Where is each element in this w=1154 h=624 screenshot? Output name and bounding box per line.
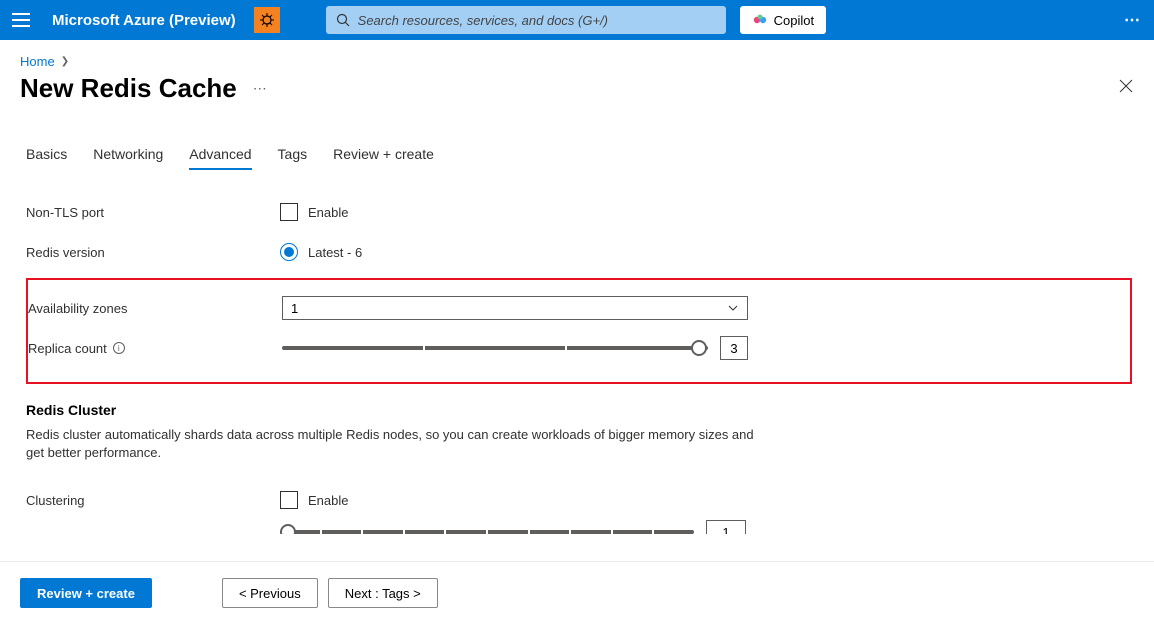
redis-version-label: Redis version — [26, 245, 280, 260]
page-title: New Redis Cache — [20, 73, 237, 104]
replica-count-label: Replica count — [28, 341, 107, 356]
wizard-footer: Review + create < Previous Next : Tags > — [0, 561, 1154, 624]
next-button[interactable]: Next : Tags > — [328, 578, 438, 608]
redis-cluster-desc: Redis cluster automatically shards data … — [26, 426, 766, 462]
copilot-label: Copilot — [774, 13, 814, 28]
tab-basics[interactable]: Basics — [26, 146, 67, 170]
chevron-right-icon: ❯ — [61, 56, 69, 67]
breadcrumb-home[interactable]: Home — [20, 54, 55, 69]
info-icon[interactable]: i — [113, 342, 125, 354]
shard-count-slider[interactable] — [280, 530, 694, 534]
brand-label: Microsoft Azure (Preview) — [52, 12, 236, 29]
replica-count-slider[interactable] — [282, 346, 708, 350]
redis-version-radio[interactable] — [280, 243, 298, 261]
redis-version-value: Latest - 6 — [308, 245, 362, 260]
slider-thumb[interactable] — [691, 340, 707, 356]
availability-zones-value: 1 — [291, 301, 298, 316]
tab-networking[interactable]: Networking — [93, 146, 163, 170]
topbar-more-button[interactable]: ⋯ — [1124, 10, 1142, 30]
clustering-enable-checkbox[interactable] — [280, 491, 298, 509]
highlight-region: Availability zones 1 Replica count i — [26, 278, 1132, 384]
close-button[interactable] — [1118, 78, 1134, 99]
search-input[interactable] — [358, 13, 716, 28]
chevron-down-icon — [727, 302, 739, 314]
nav-menu-button[interactable] — [12, 13, 30, 27]
breadcrumb: Home ❯ — [0, 40, 1154, 69]
copilot-icon — [752, 12, 768, 28]
tab-advanced[interactable]: Advanced — [189, 146, 251, 170]
global-search[interactable] — [326, 6, 726, 34]
review-create-button[interactable]: Review + create — [20, 578, 152, 608]
page-more-button[interactable]: ⋯ — [253, 80, 269, 97]
redis-cluster-heading: Redis Cluster — [26, 402, 1132, 418]
non-tls-enable-label: Enable — [308, 205, 348, 220]
tab-review[interactable]: Review + create — [333, 146, 434, 170]
tab-tags[interactable]: Tags — [278, 146, 308, 170]
availability-zones-label: Availability zones — [28, 301, 282, 316]
non-tls-port-label: Non-TLS port — [26, 205, 280, 220]
slider-thumb[interactable] — [280, 524, 296, 534]
shard-count-value[interactable]: 1 — [706, 520, 746, 534]
preview-bug-icon[interactable] — [254, 7, 280, 33]
availability-zones-select[interactable]: 1 — [282, 296, 748, 320]
wizard-tabs: Basics Networking Advanced Tags Review +… — [26, 114, 1132, 170]
clustering-enable-label: Enable — [308, 493, 348, 508]
copilot-button[interactable]: Copilot — [740, 6, 826, 34]
previous-button[interactable]: < Previous — [222, 578, 318, 608]
non-tls-enable-checkbox[interactable] — [280, 203, 298, 221]
search-icon — [336, 13, 350, 27]
replica-count-value[interactable]: 3 — [720, 336, 748, 360]
clustering-label: Clustering — [26, 493, 280, 508]
